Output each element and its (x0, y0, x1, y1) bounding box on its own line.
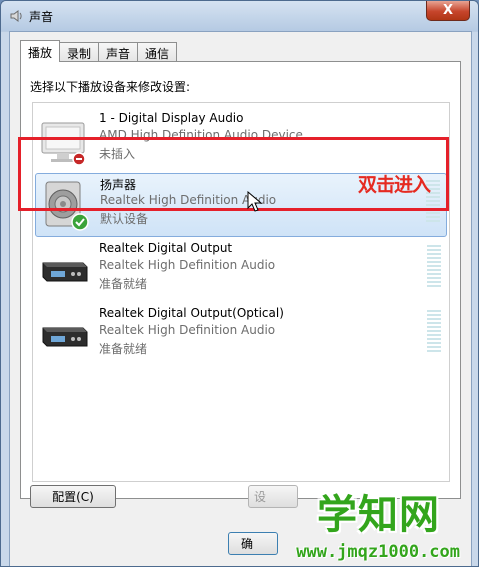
device-driver: AMD High Definition Audio Device (99, 128, 303, 142)
tab-sounds[interactable]: 声音 (98, 42, 139, 62)
device-name: 扬声器 (100, 178, 137, 192)
device-item-realtek-digital-output-optical[interactable]: Realtek Digital Output(Optical) Realtek … (35, 304, 447, 368)
speaker-app-icon (10, 10, 22, 22)
device-name: 1 - Digital Display Audio (99, 111, 244, 125)
unplugged-badge-icon (72, 152, 86, 166)
device-status: 准备就绪 (99, 277, 148, 291)
device-item-realtek-digital-output[interactable]: Realtek Digital Output Realtek High Defi… (35, 239, 447, 303)
sound-dialog-window: 声音 X 播放 录制 声音 通信 选择以下播放设备来修改设置: 1 - Digi… (0, 0, 479, 567)
digital-output-device-icon (42, 262, 88, 282)
device-item-digital-display-audio[interactable]: 1 - Digital Display Audio AMD High Defin… (35, 109, 447, 173)
default-checkmark-icon (71, 213, 89, 231)
tab-strip: 播放 录制 声音 通信 (20, 40, 178, 62)
device-name: Realtek Digital Output (99, 241, 233, 255)
mouse-cursor-icon (247, 191, 263, 212)
tab-playback[interactable]: 播放 (20, 40, 61, 62)
configure-button[interactable]: 配置(C) (30, 485, 116, 508)
volume-level-meter (427, 245, 441, 289)
site-watermark: 学知网 www.jmqz1000.com (268, 480, 478, 566)
annotation-text: 双击进入 (358, 174, 431, 196)
digital-output-device-icon (42, 327, 88, 347)
volume-level-meter (427, 310, 441, 354)
watermark-url: www.jmqz1000.com (296, 542, 460, 562)
device-name: Realtek Digital Output(Optical) (99, 306, 284, 320)
device-driver: Realtek High Definition Audio (99, 323, 276, 337)
speaker-icon (45, 181, 89, 231)
tab-recording[interactable]: 录制 (59, 42, 100, 62)
device-status: 默认设备 (100, 212, 149, 226)
window-title: 声音 (29, 10, 54, 24)
playback-device-list[interactable]: 1 - Digital Display Audio AMD High Defin… (32, 102, 450, 482)
device-driver: Realtek High Definition Audio (99, 258, 276, 272)
title-bar[interactable]: 声音 X (1, 1, 478, 31)
monitor-icon (41, 122, 86, 166)
device-status: 未插入 (99, 147, 136, 161)
playback-tab-panel: 选择以下播放设备来修改设置: 1 - Digital Display Audio… (20, 61, 461, 499)
instruction-label: 选择以下播放设备来修改设置: (30, 80, 191, 94)
device-status: 准备就绪 (99, 342, 148, 356)
close-button[interactable]: X (426, 1, 470, 21)
watermark-title: 学知网 (317, 492, 440, 538)
tab-communications[interactable]: 通信 (137, 42, 178, 62)
close-icon: X (442, 3, 454, 18)
